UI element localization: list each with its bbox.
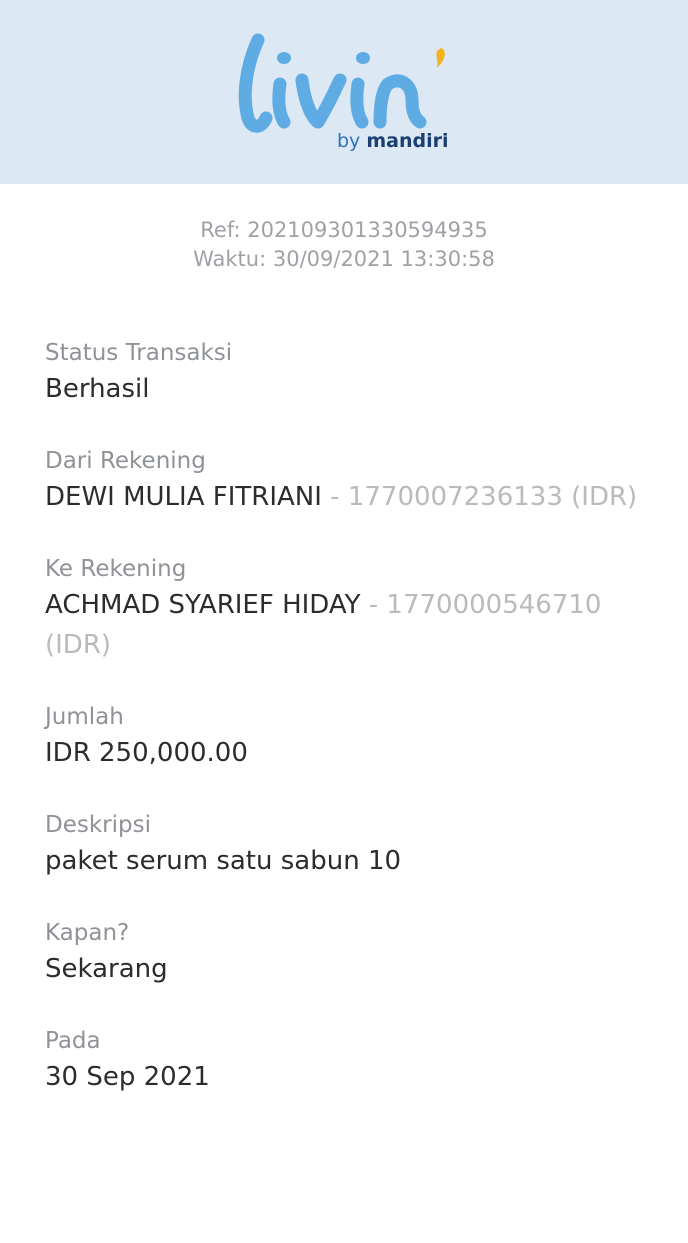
date-label: Pada: [45, 1028, 101, 1054]
date-value: 30 Sep 2021: [45, 1062, 210, 1092]
from-account-name: DEWI MULIA FITRIANI: [45, 482, 322, 512]
status-field: Status Transaksi Berhasil: [45, 337, 655, 409]
from-account-label: Dari Rekening: [45, 448, 206, 474]
status-label: Status Transaksi: [45, 340, 233, 366]
date-field: Pada 30 Sep 2021: [45, 1025, 655, 1097]
when-value: Sekarang: [45, 954, 168, 984]
from-account-field: Dari Rekening DEWI MULIA FITRIANI - 1770…: [45, 445, 655, 517]
transaction-time: Waktu: 30/09/2021 13:30:58: [193, 247, 495, 271]
receipt-meta: Ref: 202109301330594935 Waktu: 30/09/202…: [0, 216, 688, 274]
when-field: Kapan? Sekarang: [45, 917, 655, 989]
from-account-value: DEWI MULIA FITRIANI - 1770007236133 (IDR…: [45, 477, 655, 517]
status-value: Berhasil: [45, 374, 150, 404]
to-account-value: ACHMAD SYARIEF HIDAY - 1770000546710 (ID…: [45, 585, 655, 665]
by-text: by: [337, 130, 361, 152]
amount-value: IDR 250,000.00: [45, 738, 248, 768]
amount-label: Jumlah: [45, 704, 124, 730]
transaction-details: Status Transaksi Berhasil Dari Rekening …: [45, 337, 655, 1133]
by-mandiri-wordmark: by mandiri: [337, 130, 449, 152]
from-account-number: - 1770007236133 (IDR): [321, 482, 638, 512]
when-label: Kapan?: [45, 920, 130, 946]
to-account-name: ACHMAD SYARIEF HIDAY: [45, 590, 361, 620]
reference-number: Ref: 202109301330594935: [200, 218, 488, 242]
description-field: Deskripsi paket serum satu sabun 10: [45, 809, 655, 881]
amount-field: Jumlah IDR 250,000.00: [45, 701, 655, 773]
description-value: paket serum satu sabun 10: [45, 846, 402, 876]
mandiri-text: mandiri: [366, 130, 449, 152]
to-account-field: Ke Rekening ACHMAD SYARIEF HIDAY - 17700…: [45, 553, 655, 665]
header-banner: by mandiri: [0, 0, 688, 184]
to-account-label: Ke Rekening: [45, 556, 187, 582]
description-label: Deskripsi: [45, 812, 151, 838]
